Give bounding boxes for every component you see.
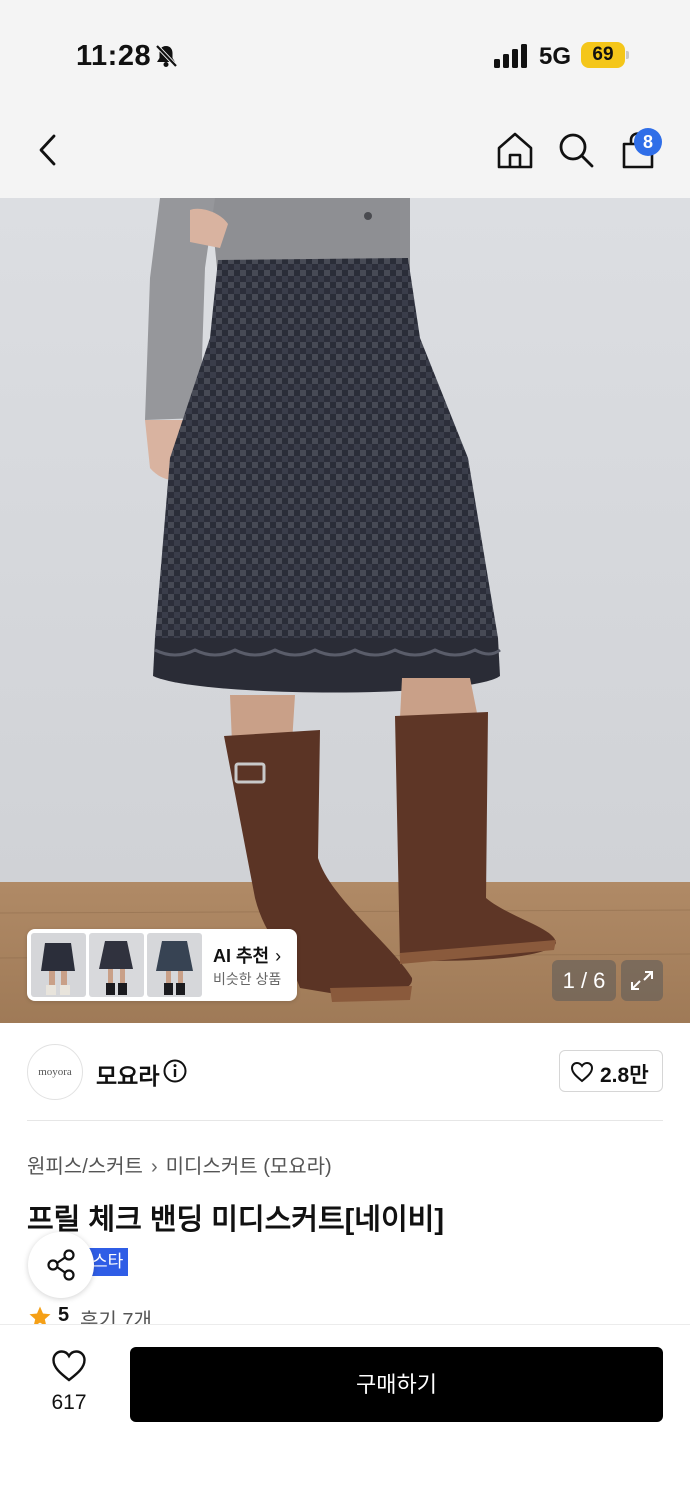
recommend-thumbnail[interactable]: [147, 933, 202, 997]
home-icon[interactable]: [495, 130, 535, 170]
breadcrumb-category[interactable]: 원피스/스커트: [27, 1156, 143, 1178]
network-type: 5G: [539, 43, 572, 70]
chevron-right-icon: ›: [150, 1156, 158, 1178]
brand-like-count: 2.8만: [600, 1064, 649, 1087]
ai-recommend-title: AI 추천 ›: [213, 946, 282, 966]
recommend-thumbnail[interactable]: [89, 933, 144, 997]
ai-recommend-card[interactable]: AI 추천 › 비슷한 상품: [27, 929, 297, 1001]
back-chevron-icon[interactable]: [28, 130, 68, 170]
status-time: 11:28: [76, 40, 152, 72]
product-image[interactable]: AI 추천 › 비슷한 상품 1 / 6: [0, 198, 690, 1023]
product-photo-illustration: [0, 198, 690, 1023]
expand-image-button[interactable]: [621, 960, 663, 1001]
battery-icon: 69: [581, 42, 629, 68]
share-icon: [47, 1249, 75, 1281]
search-icon[interactable]: [556, 130, 596, 170]
breadcrumb-subcategory[interactable]: 미디스커트 (모요라): [166, 1156, 332, 1178]
image-page-counter: 1 / 6: [552, 960, 616, 1001]
info-icon[interactable]: [162, 1058, 188, 1084]
wishlist-count: 617: [51, 1391, 87, 1414]
bell-slash-icon: [155, 44, 178, 68]
bottom-action-bar: 617 구매하기: [0, 1324, 690, 1500]
wishlist-button[interactable]: 617: [36, 1349, 102, 1421]
buy-button[interactable]: 구매하기: [130, 1347, 663, 1422]
signal-icon: [494, 44, 527, 68]
recommend-thumbnail[interactable]: [31, 933, 86, 997]
heart-icon: [570, 1061, 594, 1083]
battery-level: 69: [592, 44, 614, 65]
divider: [27, 1120, 663, 1121]
chevron-right-icon: ›: [275, 946, 282, 966]
brand-logo[interactable]: moyora: [27, 1044, 83, 1100]
top-navigation: [0, 100, 690, 198]
expand-icon: [631, 971, 653, 990]
ai-recommend-subtitle: 비슷한 상품: [213, 971, 282, 987]
cart-count-badge: 8: [634, 128, 662, 156]
breadcrumb: 원피스/스커트 › 미디스커트 (모요라): [27, 1150, 332, 1179]
product-title: 프릴 체크 밴딩 미디스커트[네이비]: [27, 1204, 445, 1236]
status-bar: 11:28 5G 69: [0, 0, 690, 100]
heart-icon: [52, 1350, 86, 1382]
brand-name[interactable]: 모요라: [96, 1057, 159, 1091]
share-button[interactable]: [28, 1232, 94, 1298]
brand-like-button[interactable]: 2.8만: [559, 1050, 663, 1092]
